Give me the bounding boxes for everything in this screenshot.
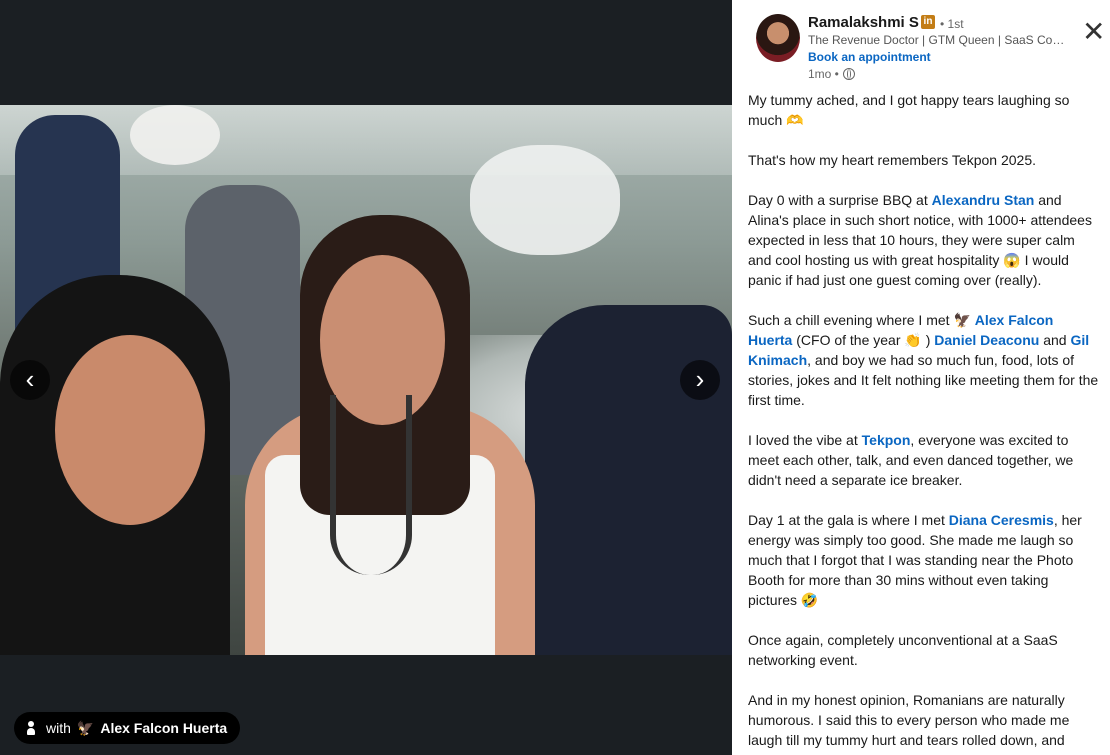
- post-paragraph: My tummy ached, and I got happy tears la…: [748, 92, 1070, 128]
- author-avatar[interactable]: [756, 14, 800, 62]
- post-paragraph: And in my honest opinion, Romanians are …: [748, 692, 1070, 748]
- tag-with-label: with: [46, 720, 71, 736]
- close-button[interactable]: ✕: [1082, 18, 1105, 46]
- photo-flowers: [130, 105, 220, 165]
- text-span: and: [1039, 332, 1071, 348]
- post-panel: Ramalakshmi S in • 1st The Revenue Docto…: [732, 0, 1110, 755]
- image-viewer: ‹ › with 🦅 Alex Falcon Huerta: [0, 0, 732, 755]
- author-name[interactable]: Ramalakshmi S: [808, 14, 919, 31]
- text-span: I loved the vibe at: [748, 432, 862, 448]
- mention-link[interactable]: Alexandru Stan: [932, 192, 1035, 208]
- photo-face: [55, 335, 205, 525]
- person-icon: [26, 721, 36, 735]
- text-span: Such a chill evening where I met 🦅: [748, 312, 975, 328]
- mention-link[interactable]: Diana Ceresmis: [949, 512, 1054, 528]
- globe-icon: [842, 68, 855, 80]
- post-time: 1mo •: [808, 67, 839, 81]
- post-photo: [0, 105, 732, 655]
- tagged-people-pill[interactable]: with 🦅 Alex Falcon Huerta: [14, 712, 241, 744]
- eagle-emoji-icon: 🦅: [76, 719, 95, 736]
- post-timestamp: 1mo •: [808, 67, 855, 81]
- previous-image-button[interactable]: ‹: [10, 360, 50, 400]
- photo-lanyard: [330, 395, 412, 575]
- next-image-button[interactable]: ›: [680, 360, 720, 400]
- post-paragraph: Once again, completely unconventional at…: [748, 632, 1058, 668]
- connection-degree: • 1st: [940, 17, 964, 31]
- text-span: (CFO of the year 👏 ): [792, 332, 935, 348]
- mention-link[interactable]: Daniel Deaconu: [934, 332, 1039, 348]
- text-span: Day 0 with a surprise BBQ at: [748, 192, 932, 208]
- post-paragraph: I loved the vibe at Tekpon, everyone was…: [748, 430, 1100, 490]
- post-paragraph: That's how my heart remembers Tekpon 202…: [748, 152, 1036, 168]
- post-paragraph: Such a chill evening where I met 🦅 Alex …: [748, 310, 1100, 410]
- book-appointment-link[interactable]: Book an appointment: [808, 50, 931, 64]
- tagged-person-name[interactable]: Alex Falcon Huerta: [100, 720, 227, 736]
- photo-person: [525, 305, 732, 655]
- post-paragraph: Day 0 with a surprise BBQ at Alexandru S…: [748, 190, 1100, 290]
- post-paragraph: Day 1 at the gala is where I met Diana C…: [748, 510, 1100, 610]
- photo-flowers: [470, 145, 620, 255]
- linkedin-premium-icon: in: [921, 15, 935, 29]
- post-text: My tummy ached, and I got happy tears la…: [748, 90, 1100, 755]
- mention-link[interactable]: Tekpon: [862, 432, 911, 448]
- text-span: Day 1 at the gala is where I met: [748, 512, 949, 528]
- author-headline: The Revenue Doctor | GTM Queen | SaaS Co…: [808, 33, 1068, 47]
